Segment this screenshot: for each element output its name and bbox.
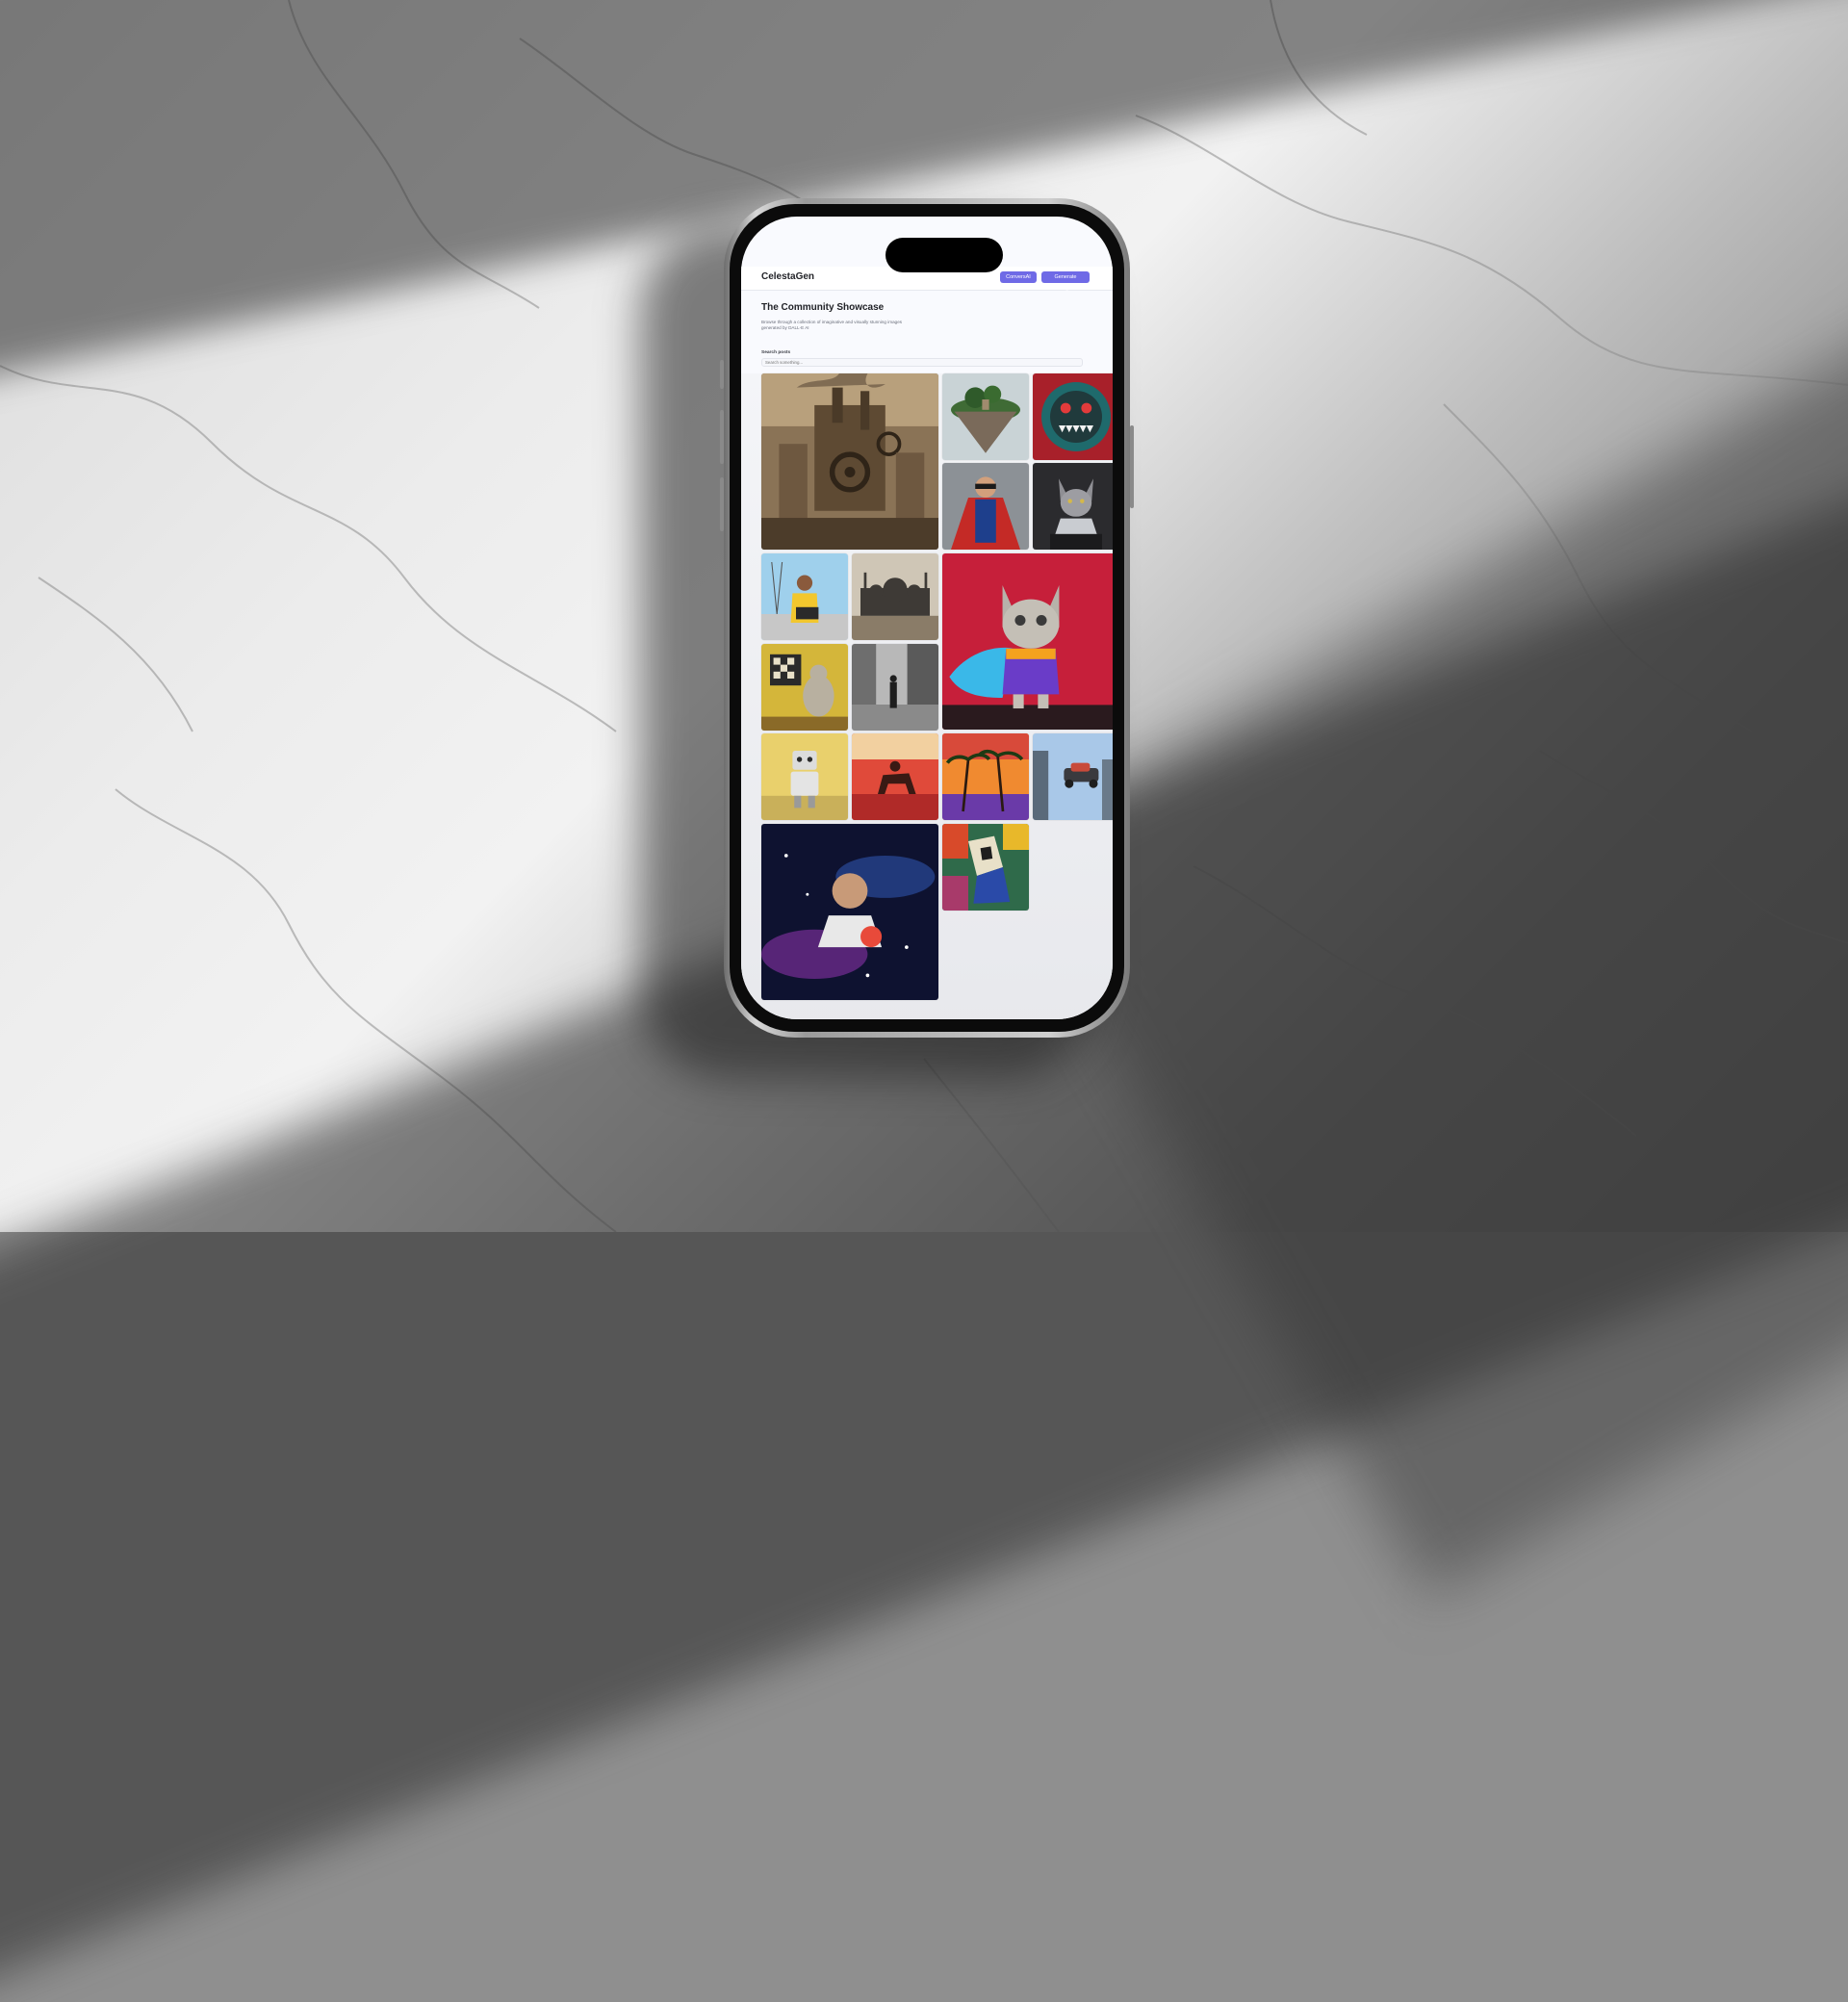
post-card[interactable] — [1033, 733, 1113, 820]
app-logo[interactable]: CelestaGen — [761, 271, 814, 282]
posts-grid — [741, 373, 1113, 1019]
phone-power-button — [1130, 425, 1134, 508]
superhero-icon — [942, 463, 1029, 550]
cape-cat-icon — [942, 553, 1113, 730]
post-card[interactable] — [852, 733, 938, 820]
search-input[interactable] — [761, 358, 1083, 367]
phone-volume-down-button — [720, 477, 724, 531]
flying-car-icon — [1033, 733, 1113, 820]
palm-sunset-icon — [942, 733, 1029, 820]
post-card[interactable] — [852, 644, 938, 731]
conversai-button[interactable]: ConversAI — [1000, 271, 1037, 283]
post-card[interactable] — [761, 553, 848, 640]
post-card[interactable] — [761, 644, 848, 731]
post-card[interactable] — [1033, 373, 1113, 460]
post-card[interactable] — [942, 553, 1113, 730]
steampunk-city-icon — [761, 373, 938, 550]
phone-volume-up-button — [720, 410, 724, 464]
phone-mockup: CelestaGen ConversAI Generate Images The… — [720, 198, 1134, 1038]
dynamic-island — [886, 238, 1003, 272]
phone-action-button — [720, 360, 724, 389]
search-label: Search posts — [761, 350, 791, 355]
page-description: Browse through a collection of imaginati… — [761, 320, 903, 330]
mosque-icon — [852, 553, 938, 640]
cubist-art-icon — [942, 824, 1029, 911]
floating-island-icon — [942, 373, 1029, 460]
monster-bowl-icon — [1033, 373, 1113, 460]
post-card[interactable] — [761, 824, 938, 1000]
post-card[interactable] — [942, 463, 1029, 550]
chess-cat-icon — [761, 644, 848, 731]
showcase-app: CelestaGen ConversAI Generate Images The… — [741, 217, 1113, 1019]
space-man-icon — [761, 824, 938, 1000]
man-laptop-icon — [761, 553, 848, 640]
phone-bezel: CelestaGen ConversAI Generate Images The… — [730, 204, 1124, 1032]
post-card[interactable] — [852, 553, 938, 640]
post-card[interactable] — [942, 733, 1029, 820]
post-card[interactable] — [942, 373, 1029, 460]
horse-rider-icon — [852, 733, 938, 820]
post-card[interactable] — [942, 824, 1029, 911]
armored-cat-icon — [1033, 463, 1113, 550]
post-card[interactable] — [761, 733, 848, 820]
post-card[interactable] — [1033, 463, 1113, 550]
phone-screen: CelestaGen ConversAI Generate Images The… — [741, 217, 1113, 1019]
generate-images-button[interactable]: Generate Images — [1041, 271, 1090, 292]
robot-icon — [761, 733, 848, 820]
page-title: The Community Showcase — [761, 302, 885, 313]
post-card[interactable] — [761, 373, 938, 550]
street-photo-icon — [852, 644, 938, 731]
